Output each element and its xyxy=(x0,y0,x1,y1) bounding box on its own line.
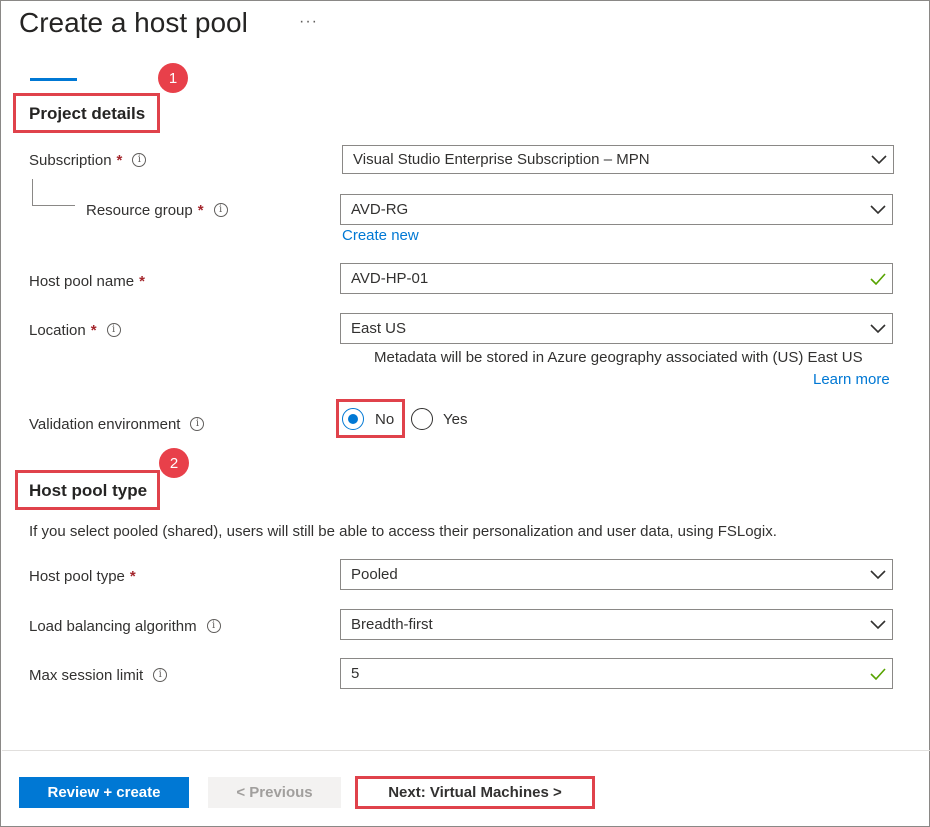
max-session-limit-label-text: Max session limit xyxy=(29,666,144,684)
page-title: Create a host pool xyxy=(19,7,248,38)
radio-no-label: No xyxy=(375,410,395,428)
create-host-pool-panel: Create a host pool ··· 1 Project details… xyxy=(0,0,930,827)
info-icon[interactable]: i xyxy=(153,668,168,682)
host-pool-type-dropdown[interactable]: Pooled xyxy=(340,559,893,590)
location-label: Location * i xyxy=(29,320,121,340)
radio-option-yes[interactable]: Yes xyxy=(411,408,467,430)
validation-environment-label-text: Validation environment xyxy=(29,415,181,433)
resource-group-label: Resource group * i xyxy=(86,200,228,220)
resource-group-value: AVD-RG xyxy=(351,201,409,218)
subscription-dropdown[interactable]: Visual Studio Enterprise Subscription – … xyxy=(342,145,894,174)
step-callout-1: 1 xyxy=(158,63,188,93)
radio-option-no[interactable]: No xyxy=(342,408,394,430)
next-virtual-machines-button[interactable]: Next: Virtual Machines > xyxy=(355,776,595,809)
host-pool-name-label: Host pool name * xyxy=(29,271,145,291)
info-icon[interactable]: i xyxy=(190,417,205,431)
host-pool-name-label-text: Host pool name xyxy=(29,272,135,290)
subscription-label-text: Subscription xyxy=(29,151,112,169)
resource-group-label-text: Resource group xyxy=(86,201,193,219)
load-balancing-value: Breadth-first xyxy=(351,616,433,633)
project-details-heading: Project details xyxy=(29,104,146,123)
review-create-button[interactable]: Review + create xyxy=(19,777,189,808)
host-pool-type-heading: Host pool type xyxy=(29,481,148,500)
learn-more-link[interactable]: Learn more xyxy=(813,371,890,388)
required-marker: * xyxy=(197,201,204,219)
load-balancing-label-text: Load balancing algorithm xyxy=(29,617,197,635)
footer-divider xyxy=(2,750,930,751)
host-pool-name-input[interactable]: AVD-HP-01 xyxy=(340,263,893,294)
host-pool-type-label-text: Host pool type xyxy=(29,567,125,585)
subscription-label: Subscription * i xyxy=(29,150,147,170)
location-dropdown[interactable]: East US xyxy=(340,313,893,344)
resource-group-dropdown[interactable]: AVD-RG xyxy=(340,194,893,225)
info-icon[interactable]: i xyxy=(132,153,147,167)
max-session-limit-label: Max session limit i xyxy=(29,665,168,685)
host-pool-name-value: AVD-HP-01 xyxy=(351,270,429,287)
radio-yes-label: Yes xyxy=(443,410,468,428)
checkmark-icon xyxy=(864,264,892,293)
tree-connector-horizontal xyxy=(32,205,75,206)
previous-button[interactable]: < Previous xyxy=(208,777,341,808)
location-value: East US xyxy=(351,320,407,337)
more-options-button[interactable]: ··· xyxy=(299,13,318,31)
load-balancing-label: Load balancing algorithm i xyxy=(29,616,221,636)
host-pool-type-value: Pooled xyxy=(351,566,398,583)
info-icon[interactable]: i xyxy=(106,323,121,337)
host-pool-type-description: If you select pooled (shared), users wil… xyxy=(29,523,777,540)
radio-button-selected[interactable] xyxy=(342,408,364,430)
location-metadata-hint: Metadata will be stored in Azure geograp… xyxy=(374,349,863,366)
create-new-link[interactable]: Create new xyxy=(342,227,419,244)
step-callout-2: 2 xyxy=(159,448,189,478)
chevron-down-icon xyxy=(864,314,892,343)
required-marker: * xyxy=(90,321,97,339)
required-marker: * xyxy=(139,272,145,290)
load-balancing-dropdown[interactable]: Breadth-first xyxy=(340,609,893,640)
validation-environment-label: Validation environment i xyxy=(29,414,205,434)
required-marker: * xyxy=(116,151,123,169)
tree-connector-vertical xyxy=(32,179,33,205)
info-icon[interactable]: i xyxy=(213,203,228,217)
chevron-down-icon xyxy=(865,146,893,173)
info-icon[interactable]: i xyxy=(206,619,221,633)
max-session-limit-value: 5 xyxy=(351,665,360,682)
chevron-down-icon xyxy=(864,610,892,639)
host-pool-type-label: Host pool type * xyxy=(29,566,136,586)
checkmark-icon xyxy=(864,659,892,688)
radio-button[interactable] xyxy=(411,408,433,430)
chevron-down-icon xyxy=(864,560,892,589)
subscription-value: Visual Studio Enterprise Subscription – … xyxy=(353,151,650,168)
chevron-down-icon xyxy=(864,195,892,224)
required-marker: * xyxy=(129,567,136,585)
location-label-text: Location xyxy=(29,321,86,339)
max-session-limit-input[interactable]: 5 xyxy=(340,658,893,689)
active-tab-indicator xyxy=(30,78,77,81)
